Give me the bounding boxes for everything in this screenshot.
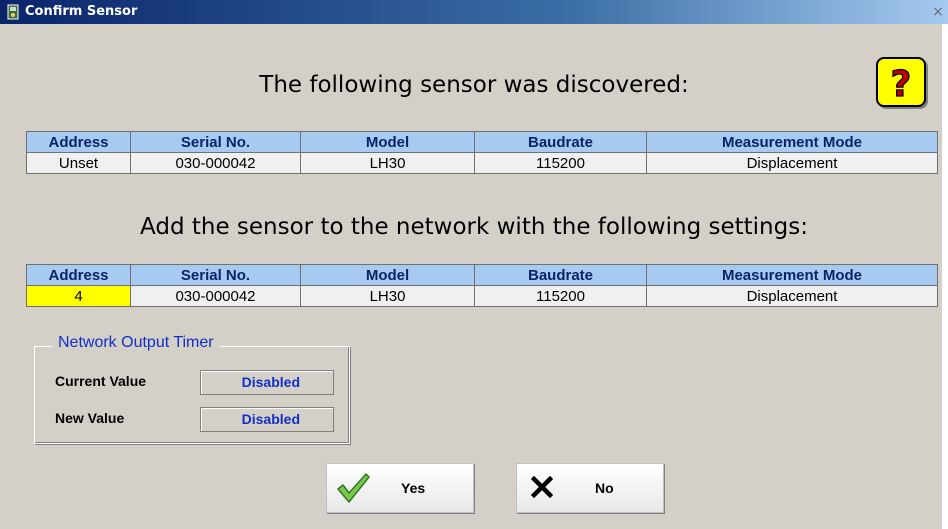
discovered-heading: The following sensor was discovered: (259, 72, 689, 98)
column-header: Measurement Mode (646, 264, 938, 286)
column-header: Serial No. (130, 264, 301, 286)
window-title: Confirm Sensor (25, 4, 138, 19)
discovered-sensor-table: Address Serial No. Model Baudrate Measur… (26, 131, 938, 174)
settings-heading: Add the sensor to the network with the f… (140, 214, 808, 240)
help-button[interactable]: ? (876, 57, 926, 107)
x-icon (531, 476, 553, 498)
new-value-field[interactable]: Disabled (200, 407, 334, 432)
question-mark-icon: ? (890, 63, 912, 105)
no-label: No (595, 480, 614, 496)
checkmark-icon (337, 473, 370, 503)
baudrate-cell: 115200 (474, 152, 647, 174)
column-header: Model (300, 131, 475, 153)
close-button[interactable]: × (930, 4, 946, 20)
current-value-field: Disabled (200, 370, 334, 395)
column-header: Measurement Mode (646, 131, 938, 153)
group-title: Network Output Timer (52, 334, 220, 352)
table-row: Unset 030-000042 LH30 115200 Displacemen… (26, 152, 938, 174)
measurement-mode-cell: Displacement (646, 152, 938, 174)
title-bar[interactable]: Confirm Sensor × (0, 0, 948, 24)
new-value-label: New Value (55, 410, 125, 426)
column-header: Baudrate (474, 131, 647, 153)
current-value-label: Current Value (55, 373, 147, 389)
yes-button[interactable]: Yes (326, 463, 474, 513)
serial-cell: 030-000042 (130, 152, 301, 174)
baudrate-cell: 115200 (474, 285, 647, 307)
table-header-row: Address Serial No. Model Baudrate Measur… (26, 131, 938, 153)
serial-cell: 030-000042 (130, 285, 301, 307)
address-input-cell[interactable]: 4 (26, 285, 131, 307)
column-header: Address (26, 264, 131, 286)
column-header: Baudrate (474, 264, 647, 286)
yes-label: Yes (401, 480, 426, 496)
confirm-sensor-dialog: Confirm Sensor × The following sensor wa… (0, 0, 948, 529)
column-header: Address (26, 131, 131, 153)
column-header: Model (300, 264, 475, 286)
model-cell: LH30 (300, 285, 475, 307)
table-row: 4 030-000042 LH30 115200 Displacement (26, 285, 938, 307)
address-cell: Unset (26, 152, 131, 174)
new-settings-table: Address Serial No. Model Baudrate Measur… (26, 264, 938, 307)
svg-text:?: ? (891, 64, 912, 105)
measurement-mode-cell: Displacement (646, 285, 938, 307)
column-header: Serial No. (130, 131, 301, 153)
no-button[interactable]: No (516, 463, 664, 513)
model-cell: LH30 (300, 152, 475, 174)
sensor-app-icon (7, 4, 19, 20)
table-header-row: Address Serial No. Model Baudrate Measur… (26, 264, 938, 286)
window-edge (942, 24, 948, 529)
